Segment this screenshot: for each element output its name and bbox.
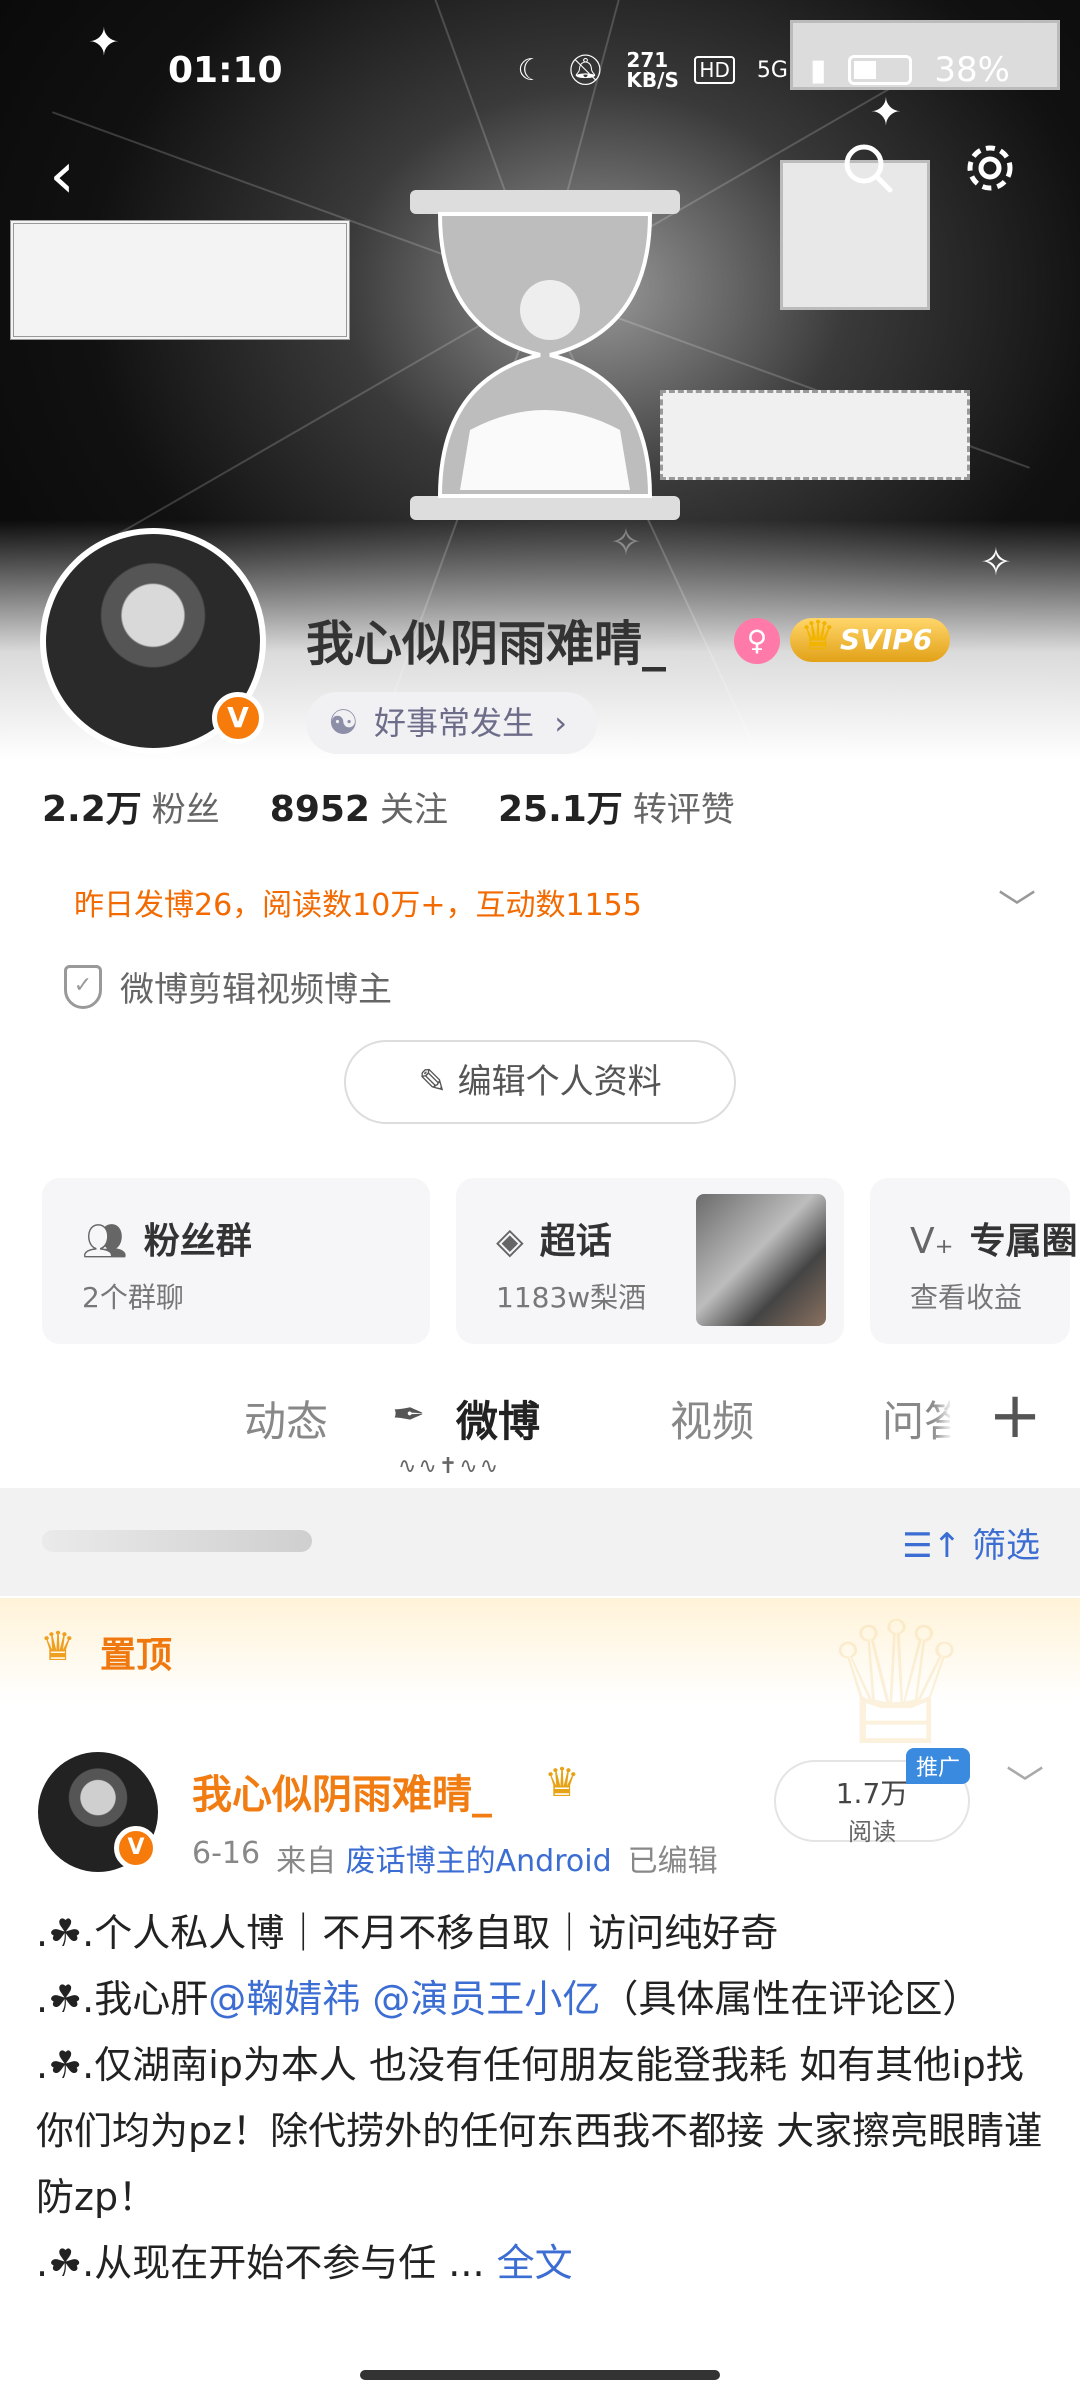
verified-badge: V: [212, 692, 264, 744]
card-exclusive-circle[interactable]: V₊ 专属圈 查看收益: [870, 1178, 1078, 1344]
verified-badge: V: [114, 1826, 158, 1870]
crown-icon: ♛: [40, 1624, 76, 1670]
hd-icon: HD: [694, 56, 735, 84]
battery-icon: [848, 55, 913, 85]
profile-stats: 2.2万 粉丝 8952 关注 25.1万 转评赞: [42, 780, 735, 832]
stat-label: 粉丝: [151, 790, 220, 830]
post-author[interactable]: 我心似阴雨难晴_: [192, 1762, 492, 1820]
gender-icon: ♀: [734, 618, 780, 664]
crown-badge-icon: ♛: [544, 1760, 580, 1806]
card-subtitle: 1183w梨酒: [496, 1281, 647, 1314]
post-source-link[interactable]: 废话博主的Android: [346, 1844, 612, 1879]
post-line: .☘.仅湖南ip为本人 也没有任何朋友能登我耗 如有其他ip找你们均为pz！除代…: [36, 2043, 1043, 2219]
search-icon[interactable]: [828, 140, 908, 220]
post-text: .☘.从现在开始不参与任 ...: [36, 2241, 485, 2285]
promote-badge[interactable]: 推广: [906, 1748, 971, 1784]
v-plus-icon: V₊: [910, 1221, 954, 1262]
card-super-topic[interactable]: ◈ 超话 1183w梨酒: [456, 1178, 844, 1344]
super-topic-thumbnail: [696, 1194, 826, 1326]
chevron-right-icon: ›: [554, 704, 567, 742]
sparkle-swirl-icon: ☯: [328, 703, 359, 743]
tab-dynamic[interactable]: 动态: [244, 1388, 328, 1449]
card-subtitle: 查看收益: [910, 1281, 1023, 1314]
filter-icon: ☰↑: [902, 1526, 962, 1566]
stat-value: 8952: [269, 789, 370, 830]
filter-label: 筛选: [972, 1526, 1040, 1566]
diamond-icon: ◈: [496, 1221, 524, 1262]
filter-button[interactable]: ☰↑ 筛选: [902, 1518, 1040, 1567]
edit-profile-label: 编辑个人资料: [457, 1062, 662, 1102]
gear-icon[interactable]: [950, 140, 1030, 220]
stat-label: 关注: [379, 790, 448, 830]
battery-level: 38%: [934, 50, 1010, 90]
pencil-icon: ✎: [418, 1062, 447, 1102]
add-tab-button[interactable]: +: [950, 1364, 1080, 1468]
status-time: 01:10: [168, 50, 283, 91]
tab-weibo[interactable]: 微博: [456, 1388, 540, 1449]
mention-link[interactable]: @鞠婧祎: [208, 1977, 360, 2021]
read-label: 阅读: [848, 1818, 896, 1846]
hourglass-illustration: [410, 190, 680, 520]
profile-tabs: 动态 微博 视频 问答: [0, 1360, 1080, 1480]
tagline-text: 好事常发生: [374, 704, 535, 742]
blurred-info: [42, 1530, 312, 1552]
feature-cards: 👥︎ 粉丝群 2个群聊 ◈ 超话 1183w梨酒 V₊ 专属圈 查看收益: [42, 1178, 1078, 1344]
pen-nib-icon: ✒: [392, 1392, 426, 1438]
crown-watermark-icon: ♕: [820, 1586, 973, 1784]
stat-following[interactable]: 8952 关注: [270, 782, 448, 831]
tab-active-indicator: ∿∿✝∿∿: [398, 1454, 501, 1479]
net-speed: 271 KB/S: [626, 48, 679, 92]
status-bar: 01:10 ☾ 🔕︎ 271 KB/S HD 5G ▮ 38%: [0, 40, 1080, 110]
post-line: .☘.从现在开始不参与任 ... 全文: [36, 2230, 1046, 2296]
filter-bar: ☰↑ 筛选: [0, 1488, 1080, 1596]
card-fan-group[interactable]: 👥︎ 粉丝群 2个群聊: [42, 1178, 430, 1344]
pinned-label: 置顶: [100, 1635, 173, 1676]
tagline-chip[interactable]: ☯ 好事常发生 ›: [306, 692, 597, 754]
network-icon: 5G: [756, 57, 788, 83]
signal-icon: ▮: [809, 52, 827, 88]
stat-value: 25.1万: [497, 789, 623, 830]
status-icons: ☾ 🔕︎ 271 KB/S HD 5G ▮ 38%: [517, 50, 1010, 90]
post-source-prefix: 来自: [276, 1844, 337, 1879]
card-title: 超话: [539, 1221, 612, 1262]
post-line: .☘.个人私人博｜不月不移自取｜访问纯好奇: [36, 1911, 779, 1955]
certification-text: 微博剪辑视频博主: [120, 970, 392, 1010]
read-more-link[interactable]: 全文: [497, 2241, 573, 2285]
profile-name: 我心似阴雨难晴_: [306, 616, 667, 672]
card-title: 专属圈: [969, 1221, 1078, 1262]
stat-label: 转评赞: [632, 790, 735, 830]
svip-badge[interactable]: SVIP6: [790, 614, 951, 662]
card-title: 粉丝群: [143, 1221, 252, 1262]
activity-summary[interactable]: 昨日发博26，阅读数10万+，互动数1155: [74, 880, 642, 924]
people-icon: 👥︎: [82, 1221, 128, 1262]
post-body[interactable]: .☘.个人私人博｜不月不移自取｜访问纯好奇 .☘.我心肝@鞠婧祎 @演员王小亿（…: [36, 1900, 1046, 2296]
moon-icon: ☾: [517, 52, 545, 88]
post-line: .☘.我心肝@鞠婧祎 @演员王小亿（具体属性在评论区）: [36, 1966, 1046, 2032]
post-text: （具体属性在评论区）: [600, 1977, 981, 2021]
cover-vintage-card: [10, 220, 350, 340]
edit-profile-button[interactable]: ✎ 编辑个人资料: [344, 1040, 736, 1124]
certification[interactable]: ✓ 微博剪辑视频博主: [64, 962, 392, 1011]
home-indicator[interactable]: [360, 2370, 720, 2380]
stat-followers[interactable]: 2.2万 粉丝: [42, 780, 220, 832]
stat-interactions[interactable]: 25.1万 转评赞: [498, 780, 735, 832]
back-arrow-icon[interactable]: ‹: [22, 144, 102, 224]
cover-ticket: [660, 390, 970, 480]
card-subtitle: 2个群聊: [82, 1281, 184, 1314]
tab-video[interactable]: 视频: [670, 1388, 754, 1449]
chevron-down-icon[interactable]: ﹀: [998, 878, 1036, 933]
shield-icon: ✓: [64, 964, 102, 1009]
post-text: .☘.我心肝: [36, 1977, 209, 2021]
post-meta: 6-16 来自 废话博主的Android 已编辑: [192, 1836, 718, 1880]
stat-value: 2.2万: [42, 789, 142, 830]
post-date: 6-16: [192, 1836, 261, 1871]
chevron-down-icon[interactable]: ﹀: [1006, 1754, 1044, 1809]
post-edited: 已编辑: [627, 1844, 718, 1879]
mention-link[interactable]: @演员王小亿: [372, 1977, 600, 2021]
bell-off-icon: 🔕︎: [566, 52, 605, 88]
